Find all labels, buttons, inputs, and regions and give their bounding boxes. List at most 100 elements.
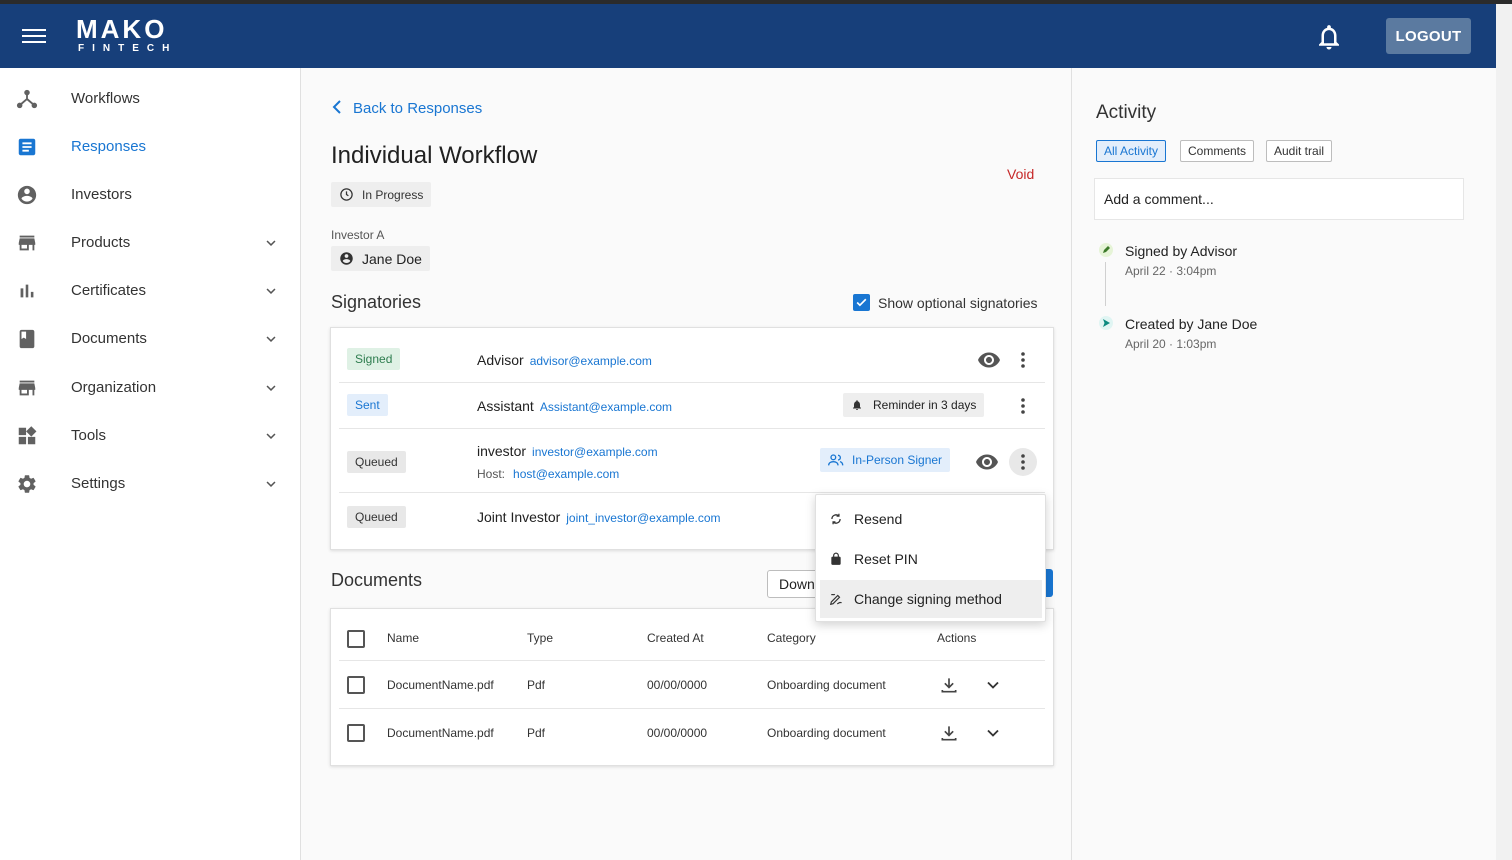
document-category: Onboarding document xyxy=(767,678,886,692)
signatory-email[interactable]: investor@example.com xyxy=(532,445,658,459)
column-header-category[interactable]: Category xyxy=(767,631,816,645)
refresh-icon xyxy=(831,513,841,525)
select-all-checkbox[interactable] xyxy=(347,630,365,648)
sidebar-item-tools[interactable]: Tools xyxy=(0,413,300,461)
store-icon xyxy=(18,380,36,396)
documents-table: Name Type Created At Category Actions Do… xyxy=(330,608,1054,766)
signature-edit-icon xyxy=(829,593,842,606)
column-header-actions: Actions xyxy=(937,631,977,645)
account-circle-icon xyxy=(17,185,37,205)
eye-icon[interactable] xyxy=(975,450,999,474)
more-options-icon[interactable] xyxy=(1009,346,1037,374)
sidebar-item-documents[interactable]: Documents xyxy=(0,316,300,364)
in-person-signer-chip[interactable]: In-Person Signer xyxy=(820,448,951,472)
row-checkbox[interactable] xyxy=(347,676,365,694)
sidebar-item-investors[interactable]: Investors xyxy=(0,172,300,220)
divider xyxy=(339,708,1045,709)
show-optional-checkbox[interactable]: Show optional signatories xyxy=(853,294,1038,311)
signatory-role: investor xyxy=(477,443,527,459)
sidebar-item-label: Documents xyxy=(71,330,147,347)
documents-title: Documents xyxy=(331,570,423,590)
download-icon[interactable] xyxy=(939,675,959,695)
comment-input[interactable]: Add a comment... xyxy=(1094,178,1464,220)
more-options-icon[interactable] xyxy=(1009,392,1037,420)
sidebar-item-products[interactable]: Products xyxy=(0,220,300,268)
event-date: April 20 · 1:03pm xyxy=(1125,337,1217,351)
sidebar-item-settings[interactable]: Settings xyxy=(0,461,300,509)
timeline-connector xyxy=(1105,262,1106,306)
signer-type-label: In-Person Signer xyxy=(852,453,943,467)
signatory-row: Sent Assistant Assistant@example.com Remi… xyxy=(339,383,1045,429)
sidebar-item-label: Responses xyxy=(71,138,147,155)
host-label: Host: xyxy=(477,467,506,481)
signatory-row: Queued investor investor@example.com Host… xyxy=(339,429,1045,493)
gear-icon xyxy=(18,475,36,493)
document-name[interactable]: DocumentName.pdf xyxy=(387,678,494,692)
investor-chip[interactable]: Jane Doe xyxy=(331,246,430,271)
column-header-name[interactable]: Name xyxy=(387,631,419,645)
document-created: 00/00/0000 xyxy=(647,726,708,740)
tab-audit-trail[interactable]: Audit trail xyxy=(1266,140,1333,162)
hamburger-icon[interactable] xyxy=(22,26,46,46)
chevron-down-icon[interactable] xyxy=(983,675,1003,695)
back-link[interactable]: Back to Responses xyxy=(331,100,482,117)
signatory-email[interactable]: advisor@example.com xyxy=(530,354,652,368)
tab-all-activity[interactable]: All Activity xyxy=(1096,140,1167,162)
main-content: Back to Responses Individual Workflow Vo… xyxy=(301,68,1071,860)
show-optional-label: Show optional signatories xyxy=(878,294,1038,311)
column-header-type[interactable]: Type xyxy=(527,631,553,645)
logout-button[interactable]: LOGOUT xyxy=(1386,18,1471,54)
signatory-email[interactable]: joint_investor@example.com xyxy=(566,511,720,525)
checkbox-checked-icon xyxy=(853,294,870,311)
menu-item-reset-pin[interactable]: Reset PIN xyxy=(820,540,1042,578)
workflow-icon xyxy=(16,89,38,109)
chevron-down-icon[interactable] xyxy=(262,330,280,348)
signatories-title: Signatories xyxy=(331,292,422,312)
sidebar-item-label: Settings xyxy=(71,475,126,492)
chevron-down-icon[interactable] xyxy=(262,234,280,252)
status-badge: In Progress xyxy=(331,182,432,207)
document-name[interactable]: DocumentName.pdf xyxy=(387,726,494,740)
sidebar-item-workflows[interactable]: Workflows xyxy=(0,76,300,124)
event-title: Signed by Advisor xyxy=(1125,243,1238,259)
signatory-role: Advisor xyxy=(477,352,524,368)
pen-icon xyxy=(1099,243,1113,257)
book-icon xyxy=(19,329,35,349)
clock-icon xyxy=(340,188,353,201)
host-email[interactable]: host@example.com xyxy=(513,467,619,481)
download-icon[interactable] xyxy=(939,723,959,743)
send-icon xyxy=(1099,316,1113,330)
logo-top: MAKO xyxy=(76,14,168,44)
app-bar: MAKO FINTECH LOGOUT xyxy=(0,4,1496,68)
more-options-icon[interactable] xyxy=(1009,448,1037,476)
menu-item-label: Resend xyxy=(854,511,903,527)
row-checkbox[interactable] xyxy=(347,724,365,742)
logo: MAKO FINTECH xyxy=(76,16,177,56)
event-title: Created by Jane Doe xyxy=(1125,316,1258,332)
scrollbar[interactable] xyxy=(1496,4,1512,860)
chevron-down-icon[interactable] xyxy=(262,282,280,300)
activity-panel: Activity All Activity Comments Audit tra… xyxy=(1071,68,1496,860)
bar-chart-icon xyxy=(20,284,34,298)
chevron-down-icon[interactable] xyxy=(262,427,280,445)
signatory-email[interactable]: Assistant@example.com xyxy=(540,400,672,414)
dashboard-icon xyxy=(18,426,37,445)
bell-icon[interactable] xyxy=(1314,20,1344,54)
chevron-left-icon xyxy=(332,100,341,114)
column-header-created[interactable]: Created At xyxy=(647,631,704,645)
tab-comments[interactable]: Comments xyxy=(1180,140,1255,162)
sidebar-item-certificates[interactable]: Certificates xyxy=(0,268,300,316)
sidebar-item-organization[interactable]: Organization xyxy=(0,365,300,413)
menu-item-resend[interactable]: Resend xyxy=(820,500,1042,538)
void-button[interactable]: Void xyxy=(1007,166,1034,182)
chevron-down-icon[interactable] xyxy=(262,379,280,397)
account-circle-icon xyxy=(340,252,353,265)
chevron-down-icon[interactable] xyxy=(262,475,280,493)
document-category: Onboarding document xyxy=(767,726,886,740)
chevron-down-icon[interactable] xyxy=(983,723,1003,743)
signatory-name: Advisor advisor@example.com xyxy=(477,352,652,368)
status-badge: Sent xyxy=(347,394,388,416)
sidebar-item-responses[interactable]: Responses xyxy=(0,124,300,172)
menu-item-change-signing-method[interactable]: Change signing method xyxy=(820,580,1042,618)
eye-icon[interactable] xyxy=(977,348,1001,372)
